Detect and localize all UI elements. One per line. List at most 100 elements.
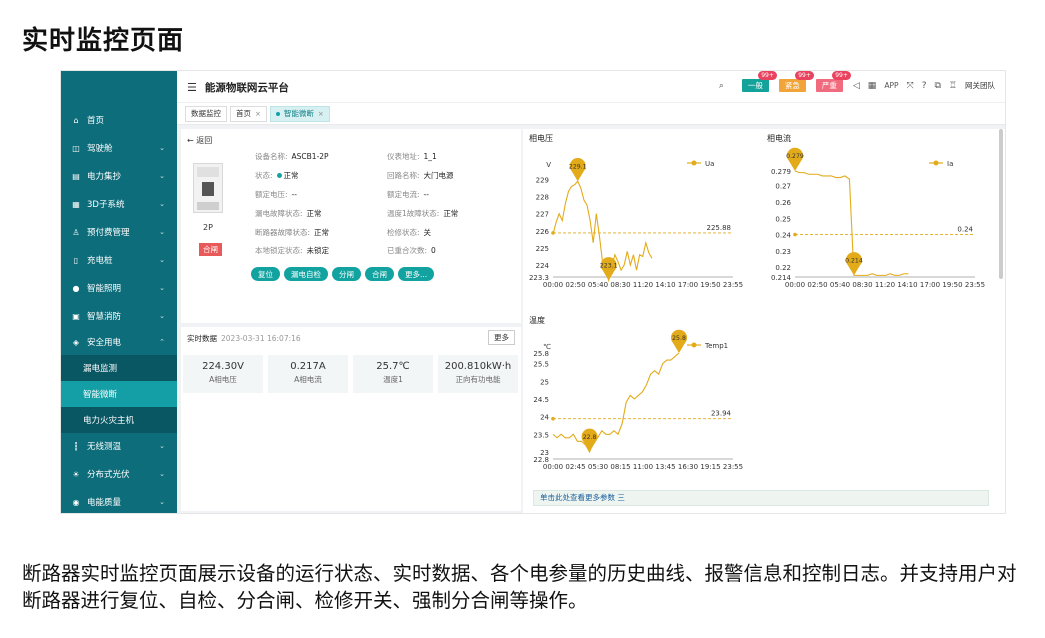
- sidebar-item-0[interactable]: ⌂ 首页: [61, 107, 177, 133]
- y-axis-label: ℃: [543, 343, 551, 351]
- breaker-image: [193, 163, 223, 213]
- field-device-name: 设备名称: ASCB1-2P: [255, 152, 329, 161]
- bulb-icon: ●: [72, 283, 80, 293]
- average-start-marker: [551, 416, 555, 421]
- tab-smart-breaker[interactable]: 智能微断 ×: [269, 105, 330, 122]
- reset-button[interactable]: 复位: [251, 267, 280, 281]
- sidebar-item-label: 充电桩: [87, 256, 113, 266]
- x-tick-label: 14:10: [655, 281, 675, 289]
- max-pin-label: 25.8: [672, 335, 686, 342]
- x-tick-label: 23:55: [723, 463, 743, 471]
- realtime-more-button[interactable]: 更多: [488, 330, 515, 345]
- sidebar-item-1[interactable]: ◫ 驾驶舱 ⌄: [61, 135, 177, 161]
- tab-data-monitor[interactable]: 数据监控: [185, 105, 227, 122]
- alert-severe-button[interactable]: 严重 99+: [815, 71, 851, 92]
- close-icon[interactable]: ×: [255, 110, 261, 118]
- x-tick-label: 17:00: [920, 281, 940, 289]
- voltage-chart: 229228227226225224223.300:00 02:50 05:40 08…: [529, 157, 743, 289]
- sidebar-item-9[interactable]: ┇ 无线测温 ⌄: [61, 433, 177, 459]
- menu-icon[interactable]: ☰: [187, 81, 197, 94]
- back-button[interactable]: ← 返回: [187, 135, 212, 146]
- sidebar-subitem-1[interactable]: 智能微断: [61, 381, 177, 407]
- user-name[interactable]: 网关团队: [965, 80, 995, 91]
- help-icon[interactable]: ?: [922, 81, 927, 91]
- metric-card-current: 0.217A A相电流: [268, 355, 348, 393]
- status-dot: [276, 173, 282, 178]
- sidebar-item-label: 3D子系统: [87, 200, 125, 210]
- y-tick-label: 0.23: [775, 248, 791, 256]
- sun-icon: ☀: [72, 469, 80, 479]
- sidebar-item-2[interactable]: ▤ 电力集抄 ⌄: [61, 163, 177, 189]
- current-chart: 0.2790.270.260.250.240.230.220.21400:00 0…: [771, 147, 985, 289]
- alert-normal-button[interactable]: 一般 99+: [741, 71, 777, 92]
- y-tick-label: 228: [536, 194, 549, 202]
- close-icon[interactable]: ×: [318, 110, 324, 118]
- sidebar-item-7[interactable]: ▣ 智慧消防 ⌄: [61, 303, 177, 329]
- sidebar-subitem-0[interactable]: 漏电监测: [61, 355, 177, 381]
- y-tick-label: 24: [540, 414, 549, 422]
- y-tick-label: 25: [540, 378, 549, 386]
- toolbar: ⌕ 一般 99+ 紧急 99+ 严重 99+ ◁ ▦ APP ⤧ ? ⧉ ♖ 网关团队: [719, 71, 995, 92]
- search-icon[interactable]: ⌕: [719, 81, 724, 91]
- x-tick-label: 05:30: [588, 463, 608, 471]
- x-tick-label: 23:55: [723, 281, 743, 289]
- legend-label: Ua: [705, 160, 714, 168]
- theme-icon[interactable]: ♖: [949, 81, 957, 91]
- qr-code-icon[interactable]: ▦: [868, 81, 877, 91]
- x-tick-label: 11:00: [633, 463, 653, 471]
- sidebar-item-label: 首页: [87, 116, 105, 126]
- x-tick-label: 00:00: [543, 463, 563, 471]
- app-label[interactable]: APP: [884, 81, 898, 90]
- legend-marker: [691, 342, 697, 348]
- fullscreen-icon[interactable]: ⤧: [907, 81, 914, 91]
- average-label: 0.24: [957, 226, 973, 234]
- more-actions-button[interactable]: 更多...: [398, 267, 435, 281]
- meter-icon: ▤: [72, 171, 80, 181]
- sidebar-item-6[interactable]: ● 智能照明 ⌄: [61, 275, 177, 301]
- x-tick-label: 05:40: [830, 281, 850, 289]
- sidebar-item-10[interactable]: ☀ 分布式光伏 ⌄: [61, 461, 177, 487]
- sidebar-subitem-2[interactable]: 电力火灾主机: [61, 407, 177, 433]
- chevron-down-icon: ⌄: [159, 470, 165, 478]
- temperature-chart: 25.825.52524.52423.52322.800:00 02:45 05:3…: [533, 329, 743, 471]
- x-tick-label: 13:45: [655, 463, 675, 471]
- sidebar-item-label: 无线测温: [87, 442, 122, 452]
- sidebar-item-label: 预付费管理: [87, 228, 130, 238]
- realtime-panel: 实时数据 2023-03-31 16:07:16 更多 224.30V A相电压 0…: [181, 327, 521, 511]
- sidebar-item-4[interactable]: ♙ 预付费管理 ⌄: [61, 219, 177, 245]
- field-breaker-fault: 断路器故障状态: 正常: [255, 228, 330, 237]
- thermometer-icon: ┇: [73, 441, 79, 451]
- y-tick-label: 229: [536, 177, 549, 185]
- field-meter-address: 仪表地址: 1_1: [387, 152, 437, 161]
- field-reclose-count: 已重合次数: 0: [387, 246, 436, 255]
- series-line: [552, 352, 680, 454]
- chevron-down-icon: ⌄: [159, 200, 165, 208]
- speaker-icon[interactable]: ◁: [853, 81, 860, 91]
- x-tick-label: 02:45: [565, 463, 585, 471]
- open-button[interactable]: 分闸: [332, 267, 361, 281]
- sidebar-item-8[interactable]: ◈ 安全用电 ⌃: [61, 329, 177, 355]
- sidebar-item-11[interactable]: ◉ 电能质量 ⌄: [61, 489, 177, 513]
- alert-urgent-button[interactable]: 紧急 99+: [778, 71, 814, 92]
- sidebar-item-5[interactable]: ▯ 充电桩 ⌄: [61, 247, 177, 273]
- app-brand: ☰ 能源物联网云平台: [187, 80, 289, 95]
- field-status: 状态: 正常: [255, 171, 299, 180]
- x-tick-label: 08:15: [610, 463, 630, 471]
- legend-marker: [933, 160, 939, 166]
- sidebar: ⌂ 首页 ◫ 驾驶舱 ⌄ ▤ 电力集抄 ⌄ ▦ 3D子系统 ⌄ ♙ 预付费管理 ⌄ ▯ 充电桩 ⌄ ● 智能照明 ⌄ ▣…: [61, 71, 177, 513]
- chevron-down-icon: ⌄: [159, 144, 165, 152]
- translate-icon[interactable]: ⧉: [934, 81, 940, 91]
- y-tick-label: 0.26: [775, 199, 791, 207]
- scrollbar[interactable]: [999, 129, 1003, 279]
- legend-label: Temp1: [704, 342, 728, 350]
- sidebar-item-3[interactable]: ▦ 3D子系统 ⌄: [61, 191, 177, 217]
- cube-icon: ▦: [72, 199, 80, 209]
- x-tick-label: 19:50: [942, 281, 962, 289]
- fire-icon: ▣: [72, 311, 80, 321]
- close-button[interactable]: 合闸: [365, 267, 394, 281]
- tab-home[interactable]: 首页 ×: [230, 105, 267, 122]
- y-tick-label: 226: [536, 228, 550, 236]
- more-params-link[interactable]: 单击此处查看更多参数 三: [533, 490, 989, 506]
- leak-self-test-button[interactable]: 漏电自检: [284, 267, 328, 281]
- chevron-up-icon: ⌃: [159, 338, 165, 346]
